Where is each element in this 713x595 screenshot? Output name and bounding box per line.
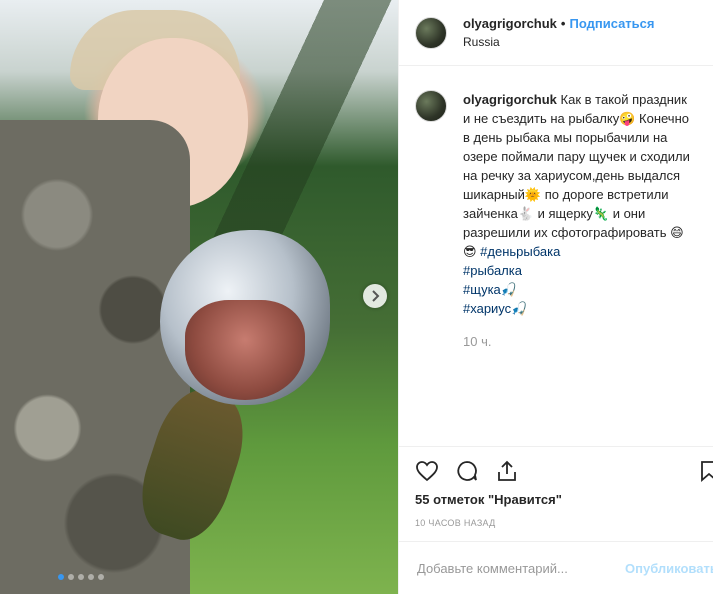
carousel-dot: [58, 574, 64, 580]
add-comment-bar: Опубликовать: [399, 541, 713, 595]
comment-timestamp[interactable]: 10 ч.: [463, 332, 697, 351]
share-icon[interactable]: [495, 459, 519, 483]
location-link[interactable]: Russia: [463, 35, 655, 49]
action-bar: [399, 446, 713, 495]
avatar[interactable]: [415, 90, 447, 122]
comment-input[interactable]: [415, 560, 619, 577]
heart-icon[interactable]: [415, 459, 439, 483]
carousel-dot: [68, 574, 74, 580]
avatar[interactable]: [415, 16, 447, 49]
carousel-next-button[interactable]: [363, 284, 387, 308]
photo-fish-mouth: [185, 300, 305, 400]
post-side-panel: olyagrigorchuk • Подписаться Russia olya…: [398, 0, 713, 594]
follow-button[interactable]: Подписаться: [569, 16, 654, 31]
chevron-right-icon: [372, 290, 380, 302]
post-timestamp[interactable]: 10 ЧАСОВ НАЗАД: [415, 518, 496, 528]
caption-comment: olyagrigorchuk Как в такой праздник и не…: [399, 66, 713, 351]
carousel-dot: [78, 574, 84, 580]
comment-icon[interactable]: [455, 459, 479, 483]
likes-count[interactable]: 55 отметок "Нравится": [415, 492, 562, 507]
caption-username[interactable]: olyagrigorchuk: [463, 92, 557, 107]
publish-button[interactable]: Опубликовать: [625, 561, 713, 576]
hashtag-link[interactable]: #рыбалка: [463, 261, 697, 280]
header-username[interactable]: olyagrigorchuk: [463, 16, 557, 31]
caption-text: Как в такой праздник и не съездить на ры…: [463, 92, 690, 259]
hashtag-link[interactable]: #щука🎣: [463, 280, 697, 299]
hashtag-link[interactable]: #деньрыбака: [480, 244, 560, 259]
header-separator: •: [560, 16, 566, 31]
hashtag-link[interactable]: #хариус🎣: [463, 299, 697, 318]
post-photo[interactable]: [0, 0, 398, 594]
carousel-dot: [88, 574, 94, 580]
post-header: olyagrigorchuk • Подписаться Russia: [399, 0, 713, 66]
carousel-dot: [98, 574, 104, 580]
bookmark-icon[interactable]: [697, 459, 713, 483]
carousel-dots: [58, 574, 104, 580]
